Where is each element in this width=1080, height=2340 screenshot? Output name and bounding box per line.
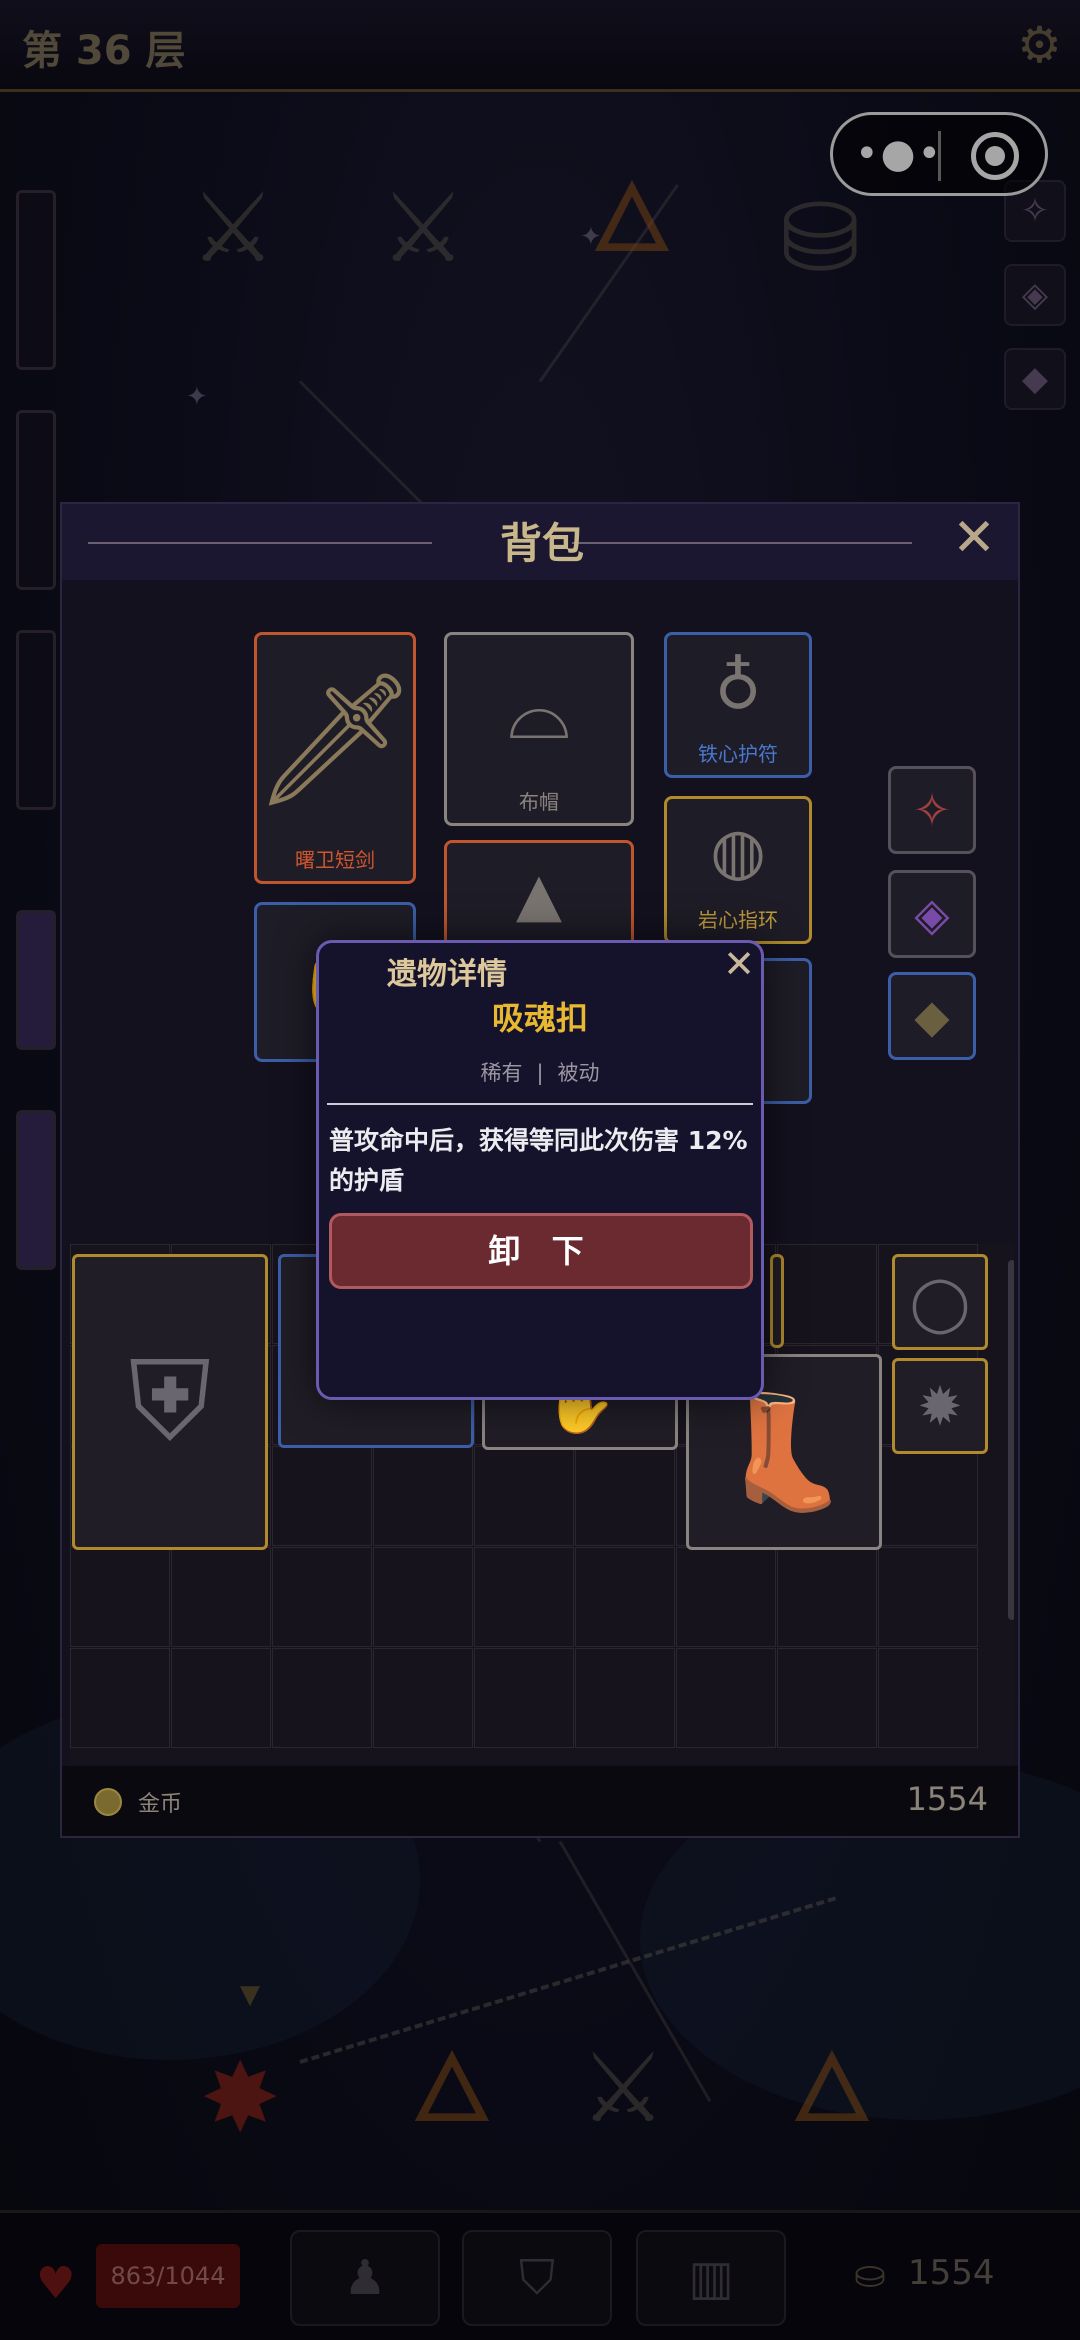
- hat-icon: ⌓: [507, 663, 571, 757]
- close-icon[interactable]: ✕: [946, 512, 1002, 568]
- inventory-item-ring[interactable]: ◯: [892, 1254, 988, 1350]
- relic-rarity: 稀有: [480, 1061, 523, 1085]
- ring-icon: ◍: [710, 814, 766, 889]
- eye-crystal-icon: ◈: [914, 887, 950, 941]
- equip-slot-ring[interactable]: ◍ 岩心指环: [664, 796, 812, 944]
- equip-slot-head[interactable]: ⌓ 布帽: [444, 632, 634, 826]
- item-name: 铁心护符: [698, 742, 778, 766]
- panel-title: 背包: [499, 519, 584, 568]
- coin-icon: [94, 1788, 122, 1816]
- relic-meta: 稀有 | 被动: [480, 1061, 600, 1085]
- unequip-button[interactable]: 卸 下: [329, 1213, 753, 1289]
- claw-relic-icon: ✧: [912, 783, 952, 837]
- item-name: 岩心指环: [698, 908, 778, 932]
- gold-value: 1554: [906, 1780, 988, 1818]
- amulet-icon: ♁: [714, 649, 762, 724]
- inventory-item-plate-armor[interactable]: ⛨: [72, 1254, 268, 1550]
- close-icon[interactable]: ✕: [719, 945, 759, 985]
- equip-slot-weapon[interactable]: 🗡 曙卫短剑: [252, 632, 418, 884]
- relic-slot-2[interactable]: ◈: [888, 870, 976, 958]
- relic-slot-3[interactable]: ◆: [888, 972, 976, 1060]
- cloak-icon: ▲: [515, 860, 563, 930]
- panel-header: 背包 ✕: [62, 504, 1018, 580]
- inventory-item-partial[interactable]: [770, 1254, 784, 1348]
- item-name: 布帽: [519, 790, 559, 814]
- divider: [327, 1103, 753, 1105]
- relic-description: 普攻命中后，获得等同此次伤害 12%的护盾: [329, 1126, 748, 1195]
- equip-slot-armor[interactable]: ▲: [444, 840, 634, 950]
- gold-label: 金币: [138, 1792, 183, 1817]
- gold-row: 金币 1554: [62, 1766, 1018, 1836]
- inventory-scrollbar[interactable]: [1008, 1260, 1014, 1620]
- relic-slot-1[interactable]: ✧: [888, 766, 976, 854]
- inventory-item-spiked-amulet[interactable]: ✹: [892, 1358, 988, 1454]
- equip-slot-amulet[interactable]: ♁ 铁心护符: [664, 632, 812, 778]
- gem-relic-icon: ◆: [914, 989, 950, 1043]
- relic-name: 吸魂扣: [491, 999, 588, 1037]
- popup-title: 遗物详情: [387, 957, 507, 992]
- item-name: 曙卫短剑: [295, 848, 375, 872]
- sword-icon: 🗡: [252, 663, 418, 815]
- relic-detail-popup: 遗物详情 ✕ 吸魂扣 稀有 | 被动 普攻命中后，获得等同此次伤害 12%的护盾 卸…: [316, 940, 764, 1400]
- relic-type: 被动: [557, 1061, 600, 1085]
